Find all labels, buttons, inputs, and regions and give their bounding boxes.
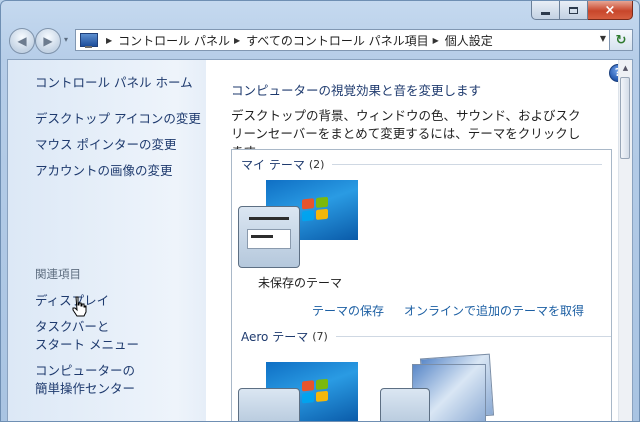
task-pane: コントロール パネル ホーム デスクトップ アイコンの変更 マウス ポインターの… [8,60,206,421]
windows-logo-icon [302,196,330,224]
group-divider [335,336,611,337]
breadcrumb-separator[interactable]: ▶ [106,36,112,45]
vertical-scrollbar[interactable]: ▲ [618,60,632,421]
aero-themes-label: Aero テーマ [241,330,309,344]
page-title: コンピューターの視覚効果と音を変更します [231,83,482,98]
back-button[interactable]: ◀ [9,28,35,54]
sidebar-link-ease-of-access[interactable]: コンピューターの 簡単操作センター [35,362,135,398]
refresh-button[interactable]: ↻ [609,29,633,51]
aero-themes-heading: Aero テーマ (7) [241,328,611,345]
control-panel-window: × ◀ ▶ ▾ ▶ コントロール パネル ▶ すべてのコントロール パネル項目 … [0,0,640,422]
breadcrumb-personalization[interactable]: 個人設定 [445,32,493,49]
ease-link-line1: コンピューターの [35,363,136,378]
recent-pages-button[interactable]: ▾ [64,35,68,44]
minimize-button[interactable] [531,1,560,20]
breadcrumb-all-items[interactable]: すべてのコントロール パネル項目 [246,32,429,49]
minimize-icon [541,11,550,15]
refresh-icon: ↻ [615,32,627,48]
save-theme-link[interactable]: テーマの保存 [312,302,384,319]
aero-themes-count: (7) [312,330,328,343]
my-themes-heading: マイ テーマ (2) [241,156,603,173]
theme-window-color-preview [238,206,300,268]
breadcrumb-separator[interactable]: ▶ [433,36,439,45]
control-panel-icon [80,33,98,48]
hand-pointer-icon [72,296,87,317]
ease-link-line2: 簡単操作センター [35,381,136,396]
breadcrumb-control-panel[interactable]: コントロール パネル [118,32,230,49]
maximize-button[interactable] [560,1,588,20]
group-divider [332,164,603,165]
my-themes-count: (2) [308,158,325,171]
taskbar-link-line2: スタート メニュー [35,337,139,352]
taskbar-link-line1: タスクバーと [35,319,110,334]
maximize-icon [569,6,578,14]
sidebar-link-taskbar[interactable]: タスクバーと スタート メニュー [35,318,139,354]
close-button[interactable]: × [588,1,633,20]
address-bar[interactable]: ▶ コントロール パネル ▶ すべてのコントロール パネル項目 ▶ 個人設定 ▼ [75,29,611,51]
back-arrow-icon: ◀ [17,34,27,48]
theme-list[interactable]: マイ テーマ (2) 未保存のテーマ テーマの保存 オンラインで追加のテーマを取… [231,149,612,421]
theme-window-color-preview [380,388,430,421]
scrollbar-thumb[interactable] [620,77,630,159]
sidebar-link-home[interactable]: コントロール パネル ホーム [35,74,193,92]
sidebar-link-desktop-icons[interactable]: デスクトップ アイコンの変更 [35,110,201,128]
forward-button[interactable]: ▶ [35,28,61,54]
navigation-bar: ◀ ▶ ▾ ▶ コントロール パネル ▶ すべてのコントロール パネル項目 ▶ … [7,27,633,55]
sidebar-link-mouse-pointers[interactable]: マウス ポインターの変更 [35,136,176,154]
my-themes-label: マイ テーマ [241,158,305,172]
windows-logo-icon [302,378,330,406]
scroll-up-button[interactable]: ▲ [619,60,632,76]
get-more-themes-link[interactable]: オンラインで追加のテーマを取得 [404,302,584,319]
close-icon: × [604,2,616,18]
forward-arrow-icon: ▶ [43,34,53,48]
theme-name-unsaved: 未保存のテーマ [258,276,343,290]
caption-buttons: × [531,1,633,20]
theme-window-color-preview [238,388,300,421]
related-heading: 関連項目 [35,267,81,281]
sidebar-link-account-picture[interactable]: アカウントの画像の変更 [35,162,173,180]
breadcrumb-separator[interactable]: ▶ [234,36,240,45]
content-area: コントロール パネル ホーム デスクトップ アイコンの変更 マウス ポインターの… [7,59,633,421]
chevron-down-icon[interactable]: ▼ [600,34,606,43]
main-panel: ? コンピューターの視覚効果と音を変更します デスクトップの背景、ウィンドウの色… [206,60,627,421]
